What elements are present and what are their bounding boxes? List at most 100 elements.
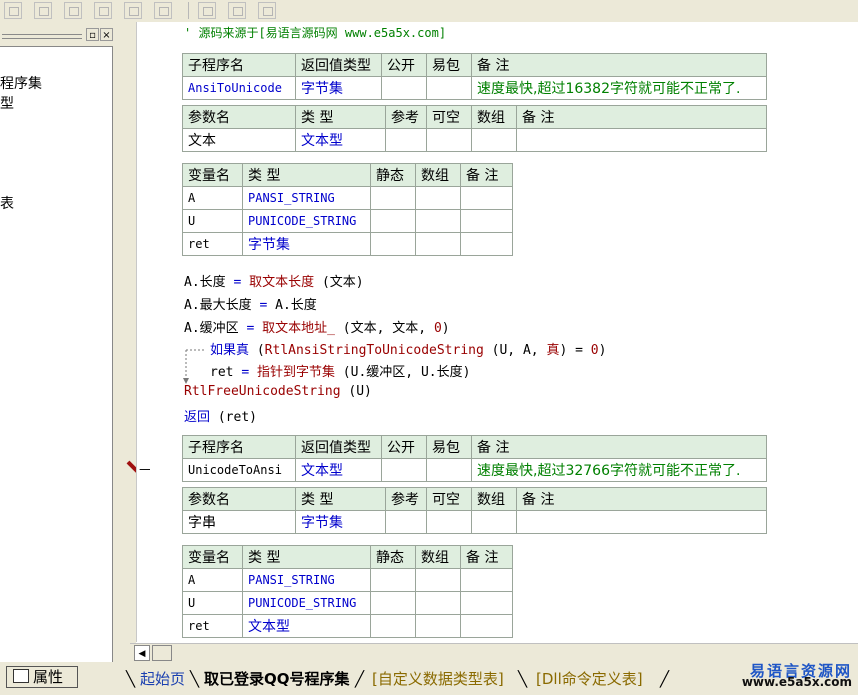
param-col-nullable: 可空 xyxy=(426,105,472,129)
var-name-cell[interactable]: ret xyxy=(182,614,243,638)
tab-custom-data-types[interactable]: [自定义数据类型表] xyxy=(372,668,504,690)
sub1-remark-cell[interactable]: 速度最快,超过16382字符就可能不正常了. xyxy=(471,76,767,100)
col-return-type: 返回值类型 xyxy=(295,435,382,459)
properties-icon xyxy=(13,669,29,683)
toolbar-separator xyxy=(188,2,189,19)
program-tree[interactable]: 程序集 型 表 xyxy=(0,46,113,663)
left-panel-titlebar[interactable]: ▫ × xyxy=(0,26,118,44)
same-height-icon[interactable] xyxy=(228,2,246,19)
param-col-ref: 参考 xyxy=(385,105,427,129)
same-size-icon[interactable] xyxy=(258,2,276,19)
param-col-array: 数组 xyxy=(471,105,517,129)
space-vertical-icon[interactable] xyxy=(154,2,172,19)
tab-dll-commands[interactable]: [Dll命令定义表] xyxy=(536,668,643,690)
var-col-static: 静态 xyxy=(370,545,416,569)
col-sub-name: 子程序名 xyxy=(182,53,296,77)
sub1-public-cell[interactable] xyxy=(381,76,427,100)
sub2-param-table: 参数名 类 型 参考 可空 数组 备 注 字串 字节集 xyxy=(182,487,767,534)
code-line-3[interactable]: A.缓冲区 = 取文本地址_ (文本, 文本, 0) xyxy=(184,317,450,336)
sub2-easy-pack-cell[interactable] xyxy=(426,458,472,482)
param-nullable-cell[interactable] xyxy=(426,510,472,534)
source-comment: ' 源码来源于[易语言源码网 www.e5a5x.com] xyxy=(184,26,447,40)
var-col-name: 变量名 xyxy=(182,163,243,187)
code-line-if[interactable]: 如果真 (RtlAnsiStringToUnicodeString (U, A,… xyxy=(210,339,606,358)
tab-start-page[interactable]: 起始页 xyxy=(140,668,185,690)
brand-url: www.e5a5x.com xyxy=(741,675,852,689)
var-type-cell[interactable]: PANSI_STRING xyxy=(242,186,371,210)
param-array-cell[interactable] xyxy=(471,510,517,534)
left-panel: ▫ × 程序集 型 表 xyxy=(0,22,118,663)
param-remark-cell[interactable] xyxy=(516,510,767,534)
param-col-array: 数组 xyxy=(471,487,517,511)
code-line-2[interactable]: A.最大长度 = A.长度 xyxy=(184,294,317,313)
var-name-cell[interactable]: U xyxy=(182,209,243,233)
code-editor[interactable]: ' 源码来源于[易语言源码网 www.e5a5x.com] 子程序名 返回值类型… xyxy=(150,22,858,642)
param-col-name: 参数名 xyxy=(182,487,296,511)
param-type-cell[interactable]: 文本型 xyxy=(295,128,386,152)
sub2-header-table: 子程序名 返回值类型 公开 易包 备 注 UnicodeToAnsi 文本型 速… xyxy=(182,435,767,482)
tree-item-type[interactable]: 型 xyxy=(0,93,14,113)
sub2-remark-cell[interactable]: 速度最快,超过32766字符就可能不正常了. xyxy=(471,458,767,482)
var-type-cell[interactable]: PUNICODE_STRING xyxy=(242,209,371,233)
sub2-name-cell[interactable]: UnicodeToAnsi xyxy=(182,458,296,482)
code-line-1[interactable]: A.长度 = 取文本长度 (文本) xyxy=(184,271,364,290)
space-horizontal-icon[interactable] xyxy=(124,2,142,19)
param-ref-cell[interactable] xyxy=(385,128,427,152)
code-line-6[interactable]: RtlFreeUnicodeString (U) xyxy=(184,384,372,399)
col-easy-pack: 易包 xyxy=(426,435,472,459)
tab-program-set[interactable]: 取已登录QQ号程序集 xyxy=(204,668,350,690)
col-remark: 备 注 xyxy=(471,435,767,459)
param-col-ref: 参考 xyxy=(385,487,427,511)
var-type-cell[interactable]: PUNICODE_STRING xyxy=(242,591,371,615)
var-type-cell[interactable]: PANSI_STRING xyxy=(242,568,371,592)
tree-item-table[interactable]: 表 xyxy=(0,193,14,213)
var-col-type: 类 型 xyxy=(242,545,371,569)
sub1-name-cell[interactable]: AnsiToUnicode xyxy=(182,76,296,100)
var-name-cell[interactable]: ret xyxy=(182,232,243,256)
scroll-thumb[interactable] xyxy=(152,645,172,661)
align-middle-icon[interactable] xyxy=(94,2,112,19)
var-type-cell[interactable]: 文本型 xyxy=(242,614,371,638)
param-ref-cell[interactable] xyxy=(385,510,427,534)
align-left-icon[interactable] xyxy=(4,2,22,19)
param-array-cell[interactable] xyxy=(471,128,517,152)
same-width-icon[interactable] xyxy=(198,2,216,19)
sub1-return-type-cell[interactable]: 字节集 xyxy=(295,76,382,100)
code-line-7[interactable]: 返回 (ret) xyxy=(184,406,257,425)
param-nullable-cell[interactable] xyxy=(426,128,472,152)
close-button[interactable]: × xyxy=(100,28,113,41)
var-name-cell[interactable]: A xyxy=(182,186,243,210)
sub1-easy-pack-cell[interactable] xyxy=(426,76,472,100)
param-type-cell[interactable]: 字节集 xyxy=(295,510,386,534)
param-col-type: 类 型 xyxy=(295,105,386,129)
var-name-cell[interactable]: U xyxy=(182,591,243,615)
properties-label: 属性 xyxy=(33,668,64,686)
tree-item-program-set[interactable]: 程序集 xyxy=(0,73,42,93)
line-marker-strip: — xyxy=(136,22,152,642)
horizontal-scrollbar[interactable]: ◀ xyxy=(130,643,858,662)
bottom-bar: 属性 ╲ 起始页 ╲ 取已登录QQ号程序集 ╱ [自定义数据类型表] ╲ [Dl… xyxy=(0,662,858,695)
param-col-remark: 备 注 xyxy=(516,105,767,129)
properties-button[interactable]: 属性 xyxy=(6,666,78,688)
var-col-array: 数组 xyxy=(415,163,461,187)
code-line-5[interactable]: ret = 指针到字节集 (U.缓冲区, U.长度) xyxy=(210,361,470,380)
flow-bracket-icon xyxy=(183,349,204,384)
param-remark-cell[interactable] xyxy=(516,128,767,152)
margin-gutter xyxy=(118,22,145,662)
col-public: 公开 xyxy=(381,435,427,459)
param-name-cell[interactable]: 字串 xyxy=(182,510,296,534)
align-top-icon[interactable] xyxy=(64,2,82,19)
scroll-left-arrow-icon[interactable]: ◀ xyxy=(134,645,150,661)
var-col-name: 变量名 xyxy=(182,545,243,569)
var-name-cell[interactable]: A xyxy=(182,568,243,592)
sub2-return-type-cell[interactable]: 文本型 xyxy=(295,458,382,482)
var-col-remark: 备 注 xyxy=(460,545,513,569)
restore-button[interactable]: ▫ xyxy=(86,28,99,41)
param-name-cell[interactable]: 文本 xyxy=(182,128,296,152)
align-center-icon[interactable] xyxy=(34,2,52,19)
toolbar xyxy=(0,0,858,22)
param-col-nullable: 可空 xyxy=(426,487,472,511)
sub1-param-table: 参数名 类 型 参考 可空 数组 备 注 文本 文本型 xyxy=(182,105,767,152)
var-type-cell[interactable]: 字节集 xyxy=(242,232,371,256)
sub2-public-cell[interactable] xyxy=(381,458,427,482)
